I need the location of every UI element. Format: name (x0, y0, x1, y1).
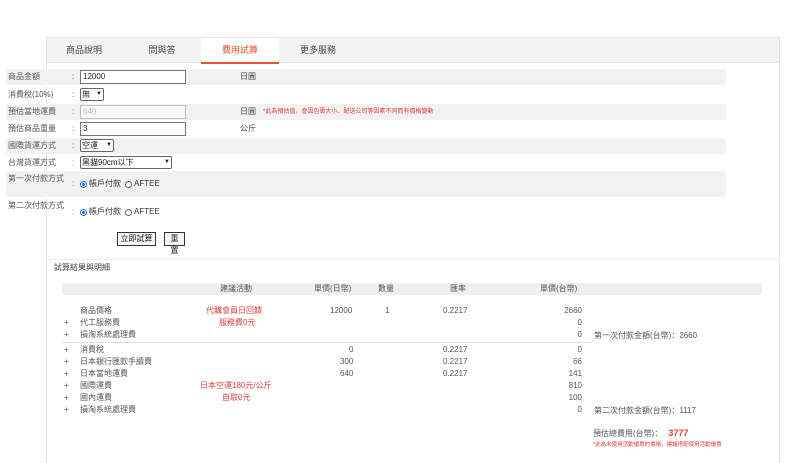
header-unit-price-twd: 單價(台幣) (540, 284, 578, 293)
row-jpy: 0 (349, 345, 354, 354)
expand-icon[interactable]: + (64, 381, 69, 391)
row-name: 國際運費 (80, 381, 112, 390)
first-payment-aftee-radio[interactable] (125, 180, 132, 188)
form-row-weight: 預估商品重量 : 3 公斤 (6, 121, 726, 137)
row-twd: 66 (573, 357, 582, 366)
price-input[interactable]: 12000 (80, 70, 186, 84)
row-rate: 0.2217 (443, 306, 468, 315)
intl-method-select[interactable]: 空運 ▼ (80, 139, 114, 152)
row-jpy: 640 (340, 369, 354, 378)
row-rate: 0.2217 (443, 345, 468, 354)
second-payment-options: 帳戶付款 AFTEE (80, 204, 160, 220)
row-twd: 0 (577, 345, 582, 354)
header-rate: 匯率 (450, 284, 466, 293)
chevron-down-icon: ▼ (96, 91, 102, 97)
form-row-intl-method: 國際貨運方式 : 空運 ▼ (6, 138, 726, 154)
row-rate: 0.2217 (443, 369, 468, 378)
grand-total: 預估總費用(台幣)： 3777 (593, 428, 689, 438)
price-label: 商品金額 (8, 72, 40, 81)
domestic-shipping-unit: 日圓 (240, 107, 256, 116)
expand-icon[interactable]: + (64, 357, 69, 367)
tw-method-select[interactable]: 黑貓90cm以下 ▼ (80, 156, 172, 169)
header-unit-price: 單價(日幣) (314, 284, 352, 293)
expand-icon[interactable]: + (64, 393, 69, 403)
results-title: 試算結果與明細 (54, 263, 110, 272)
row-twd: 141 (568, 369, 582, 378)
intl-method-label: 國際貨運方式 (8, 141, 56, 150)
form-row-second-payment: 第二次付款方式 : 帳戶付款 AFTEE (6, 199, 726, 225)
tab-bar: 商品說明 問與答 費用試算 更多服務 (47, 38, 779, 64)
row-twd: 2660 (564, 306, 582, 315)
row-name: 損淘系統處理費 (80, 330, 136, 339)
form-row-first-payment: 第一次付款方式 : 帳戶付款 AFTEE (6, 171, 726, 197)
expand-icon[interactable]: + (64, 369, 69, 379)
shipping-estimate-note: *此為預估值，會因包裹大小、配送公司等因素不同而有價格變動 (263, 109, 434, 115)
chevron-down-icon: ▼ (106, 142, 112, 148)
second-payment-account-radio[interactable] (80, 208, 87, 216)
second-payment-total: 第二次付款金額(台幣)：1117 (594, 406, 696, 415)
row-twd: 0 (577, 330, 582, 339)
row-name: 日本銀行匯款手續費 (80, 357, 152, 366)
expand-icon[interactable]: + (64, 318, 69, 328)
row-activity: 自取0元 (222, 393, 251, 402)
weight-unit: 公斤 (240, 124, 256, 133)
results-table-header: 建議活動 單價(日幣) 數量 匯率 單價(台幣) (62, 283, 762, 295)
row-name: 國內運費 (80, 393, 112, 402)
tax-label: 消費稅(10%) (8, 90, 54, 99)
tab-qa[interactable]: 問與答 (125, 38, 199, 63)
first-payment-options: 帳戶付款 AFTEE (80, 176, 160, 192)
row-name: 消費稅 (80, 345, 104, 354)
row-name: 代工服務費 (80, 318, 120, 327)
row-activity: 服務費0元 (219, 318, 256, 327)
reset-button[interactable]: 重置 (164, 232, 185, 255)
tax-select[interactable]: 無 ▼ (80, 88, 104, 101)
grand-total-note: *此為未使用活動優惠的價格，建議搭配使用活動優惠 (593, 442, 722, 448)
row-activity: 代購會員日回饋 (206, 306, 262, 315)
weight-label: 預估商品重量 (8, 124, 56, 133)
expand-icon[interactable]: + (64, 345, 69, 355)
row-rate: 0.2217 (443, 357, 468, 366)
row-activity: 日本空運180元/公斤 (200, 381, 272, 390)
form-row-domestic-shipping: 預估當地運費 : 640 日圓 *此為預估值，會因包裹大小、配送公司等因素不同而… (6, 104, 726, 120)
form-row-price: 商品金額 : 12000 日圓 (6, 69, 726, 85)
row-twd: 810 (568, 381, 582, 390)
row-name: 損淘系統處理費 (80, 405, 136, 414)
form-row-tw-method: 台灣貨運方式 : 黑貓90cm以下 ▼ (6, 155, 726, 171)
row-jpy: 12000 (330, 306, 353, 315)
chevron-down-icon: ▼ (164, 159, 170, 165)
row-name: 商品價格 (80, 306, 112, 315)
expand-icon[interactable]: + (64, 330, 69, 340)
first-payment-account-radio[interactable] (80, 180, 87, 188)
tab-product-description[interactable]: 商品說明 (47, 38, 121, 63)
domestic-shipping-label: 預估當地運費 (8, 107, 56, 116)
row-qty: 1 (385, 306, 390, 315)
first-payment-label: 第一次付款方式 (8, 174, 64, 183)
domestic-shipping-input[interactable]: 640 (80, 105, 186, 119)
grand-total-value: 3777 (668, 428, 689, 438)
row-twd: 0 (577, 318, 582, 327)
header-qty: 數量 (378, 284, 394, 293)
second-payment-label: 第二次付款方式 (8, 201, 64, 210)
expand-icon[interactable]: + (64, 405, 69, 415)
form-row-tax: 消費稅(10%) : 無 ▼ (6, 87, 726, 103)
row-name: 日本當地運費 (80, 369, 128, 378)
price-unit: 日圓 (240, 72, 256, 81)
second-payment-aftee-radio[interactable] (125, 208, 132, 216)
row-twd: 0 (577, 405, 582, 414)
row-twd: 100 (568, 393, 582, 402)
row-jpy: 300 (340, 357, 354, 366)
tw-method-label: 台灣貨運方式 (8, 158, 56, 167)
calculate-button[interactable]: 立即試算 (117, 232, 156, 246)
header-activity: 建議活動 (220, 284, 252, 293)
tab-cost-calculation[interactable]: 費用試算 (201, 38, 279, 64)
tab-more-services[interactable]: 更多服務 (281, 38, 355, 63)
first-payment-total: 第一次付款金額(台幣)：2660 (594, 331, 698, 340)
weight-input[interactable]: 3 (80, 122, 186, 136)
